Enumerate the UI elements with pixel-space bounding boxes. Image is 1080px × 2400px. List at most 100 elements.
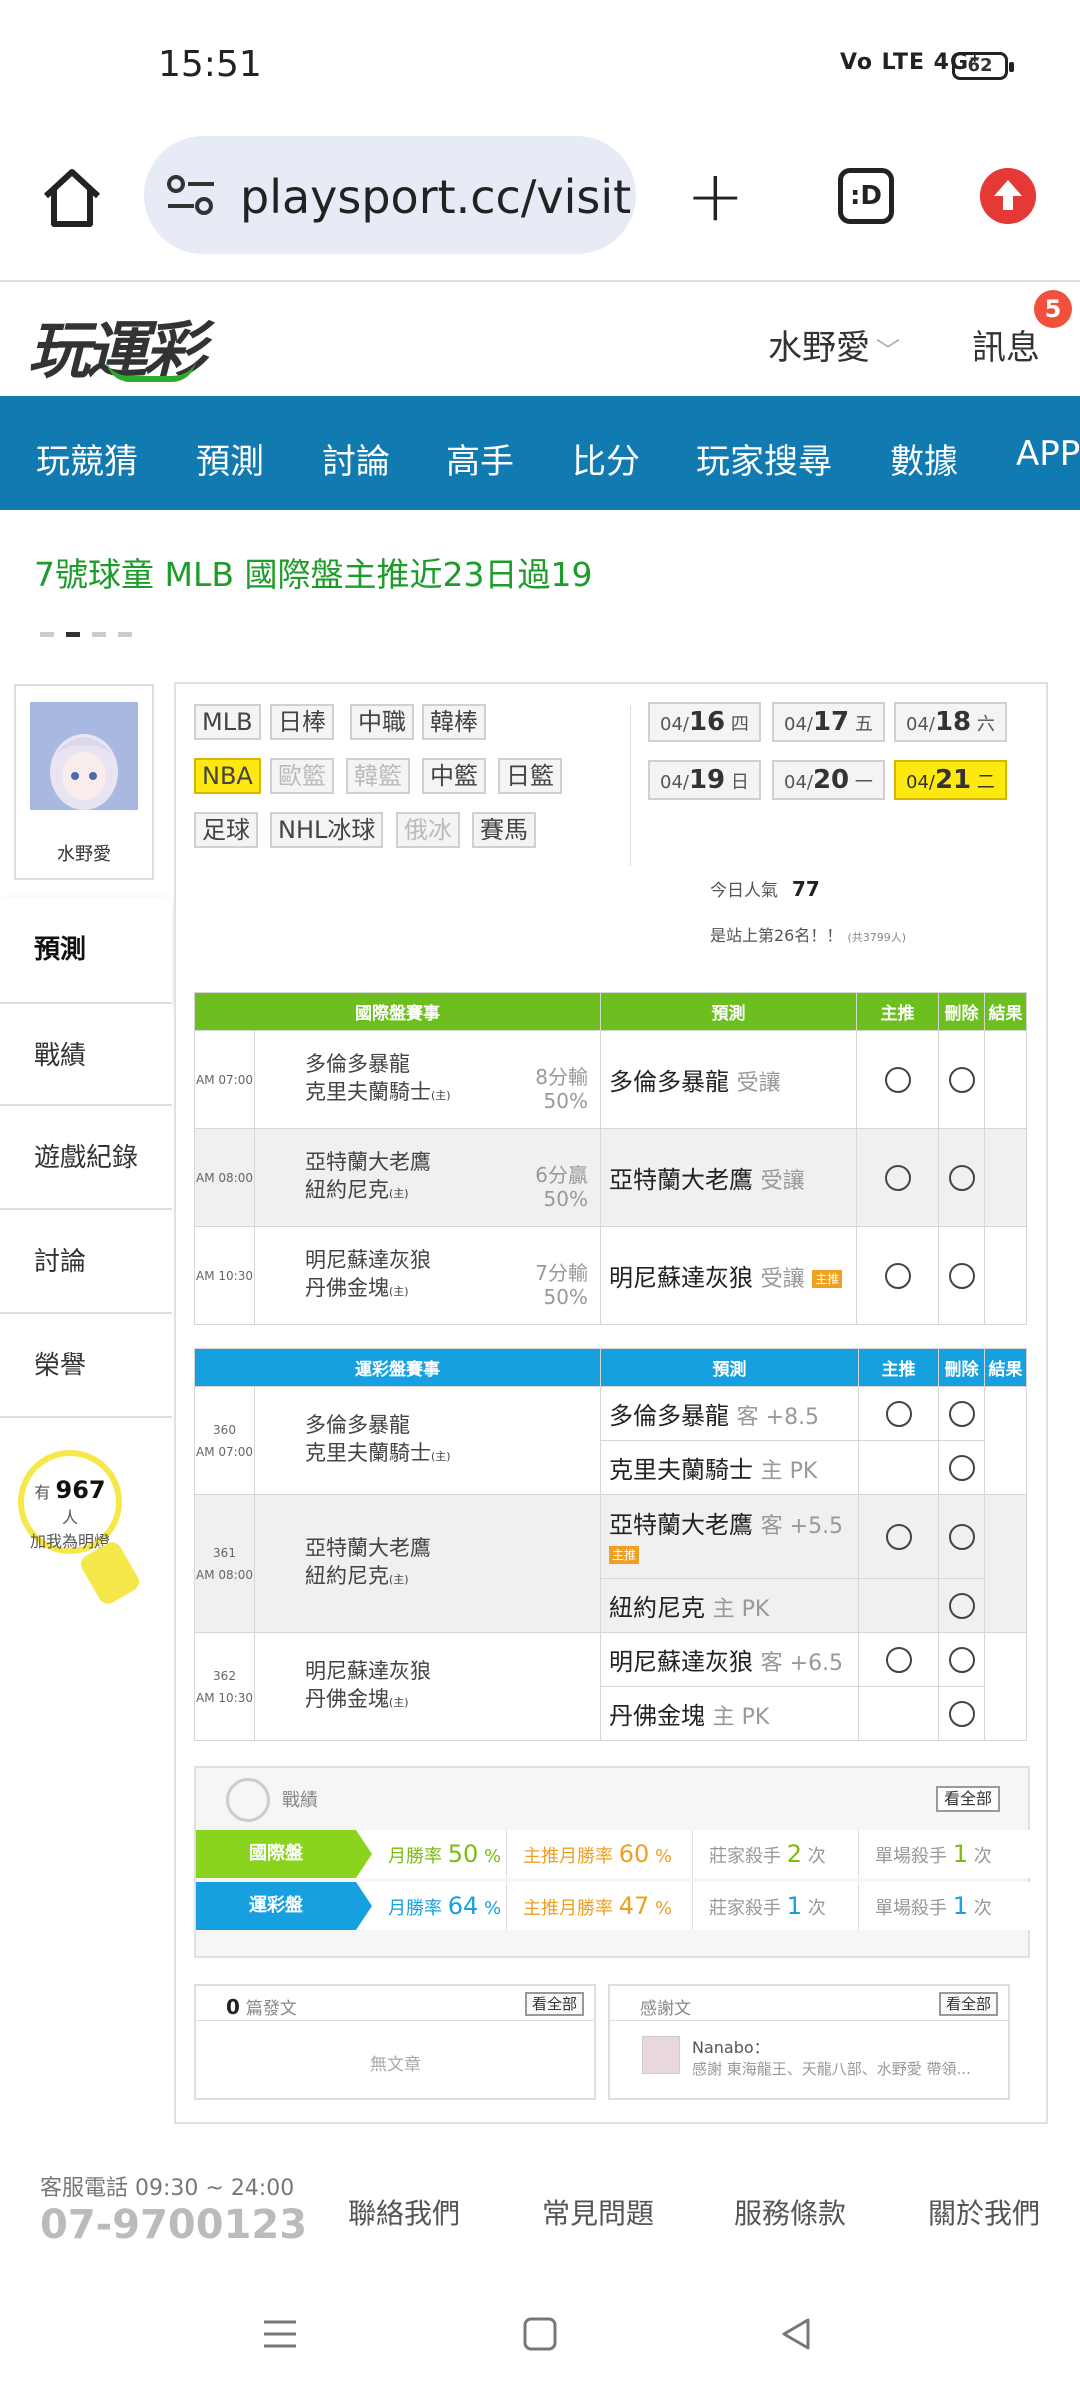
sport-tag[interactable]: 韓棒: [422, 704, 486, 740]
col-header: 主推: [858, 1348, 939, 1387]
sport-tag[interactable]: NHL冰球: [270, 812, 384, 848]
footer-link-contact[interactable]: 聯絡我們: [348, 2192, 460, 2232]
table-row: 362 AM 10:30 明尼蘇達灰狼 丹佛金塊(主) 明尼蘇達灰狼 客 +6.5: [194, 1632, 1027, 1741]
home-square-icon[interactable]: [520, 2314, 560, 2354]
service-phone[interactable]: 07-9700123: [40, 2202, 307, 2248]
main-pick-cell: [858, 1578, 939, 1633]
delete-radio[interactable]: [938, 1386, 985, 1441]
main-pick-radio[interactable]: [858, 1386, 939, 1441]
record-row: 運彩盤 月勝率 64 % 主推月勝率 47 % 莊家殺手 1 次 單場殺手 1 …: [196, 1882, 1032, 1930]
sidebar-item-game-log[interactable]: 遊戲紀錄: [0, 1106, 172, 1210]
sidebar-item-honor[interactable]: 榮譽: [0, 1314, 172, 1418]
messages-link[interactable]: 訊息: [972, 320, 1040, 369]
main-win-rate: 主推月勝率 47 %: [506, 1882, 692, 1930]
avatar-card[interactable]: 水野愛: [14, 684, 154, 880]
home-icon[interactable]: [36, 162, 108, 234]
main-pick-radio[interactable]: [858, 1632, 939, 1687]
pick: 紐約尼克 主 PK: [600, 1578, 859, 1633]
sport-tag[interactable]: 足球: [194, 812, 258, 848]
popularity-label: 今日人氣: [710, 881, 778, 901]
game-time: AM 08:00: [194, 1128, 255, 1227]
sidebar-item-record[interactable]: 戰績: [0, 1002, 172, 1106]
footer-link-terms[interactable]: 服務條款: [734, 2192, 846, 2232]
site-logo[interactable]: 玩運彩: [28, 300, 206, 390]
date-tab[interactable]: 04/20 一: [772, 760, 885, 800]
site-settings-icon[interactable]: [166, 174, 216, 216]
nav-item-scores[interactable]: 比分: [572, 434, 640, 483]
delete-radio[interactable]: [938, 1226, 985, 1325]
sidebar: 水野愛 預測 戰績 遊戲紀錄 討論 榮譽 有 967 人 加我為明燈: [0, 680, 172, 1980]
url-bar[interactable]: playsport.cc/visit: [144, 136, 636, 254]
game-time: AM 07:00: [194, 1030, 255, 1129]
update-icon[interactable]: [980, 168, 1036, 224]
col-header: 刪除: [938, 992, 985, 1031]
table-row: AM 10:30 明尼蘇達灰狼 丹佛金塊(主) 7分輸 50% 明尼蘇達灰狼 受讓 主…: [194, 1226, 1027, 1325]
main-pick-radio[interactable]: [858, 1494, 939, 1579]
nav-item-discuss[interactable]: 討論: [322, 434, 390, 483]
delete-radio[interactable]: [938, 1440, 985, 1495]
sport-tag-selected[interactable]: NBA: [194, 758, 261, 794]
view-all-button[interactable]: 看全部: [935, 1786, 1000, 1812]
nav-item-app[interactable]: APP: [1016, 434, 1080, 474]
sidebar-item-predict[interactable]: 預測: [0, 898, 172, 1002]
footer-link-faq[interactable]: 常見問題: [542, 2192, 654, 2232]
col-header: 國際盤賽事: [194, 992, 601, 1031]
sport-tag[interactable]: 中籃: [422, 758, 486, 794]
thanks-user: Nanabo：: [692, 2038, 770, 2057]
divider: [610, 2020, 1008, 2021]
popularity: 今日人氣 77: [710, 876, 820, 901]
delete-radio[interactable]: [938, 1578, 985, 1633]
result-cell: [984, 1128, 1027, 1227]
posts-header: 0 篇發文: [226, 1995, 297, 2019]
menu-icon[interactable]: [260, 2314, 300, 2354]
thanks-box: 感謝文 看全部 Nanabo： 感謝 東海龍王、天龍八部、水野愛 帶領...: [608, 1984, 1010, 2100]
game-teams: 明尼蘇達灰狼 丹佛金塊(主): [254, 1632, 601, 1741]
url-text: playsport.cc/visit: [240, 170, 632, 224]
nav-item-player-search[interactable]: 玩家搜尋: [696, 434, 832, 483]
sport-tag[interactable]: 中職: [350, 704, 414, 740]
delete-radio[interactable]: [938, 1128, 985, 1227]
nav-item-data[interactable]: 數據: [890, 434, 958, 483]
main-pick-radio[interactable]: [856, 1128, 939, 1227]
date-tab[interactable]: 04/17 五: [772, 702, 885, 742]
record-box: 戰績 看全部 國際盤 月勝率 50 % 主推月勝率 60 % 莊家殺手 2 次 …: [194, 1766, 1032, 1958]
game-teams: 亞特蘭大老鷹 紐約尼克(主): [254, 1494, 601, 1633]
sport-tag[interactable]: 日棒: [270, 704, 334, 740]
tab-switcher-button[interactable]: :D: [838, 168, 894, 224]
system-nav-bar: [0, 2290, 1080, 2400]
pick: 多倫多暴龍 客 +8.5: [600, 1386, 859, 1441]
delete-radio[interactable]: [938, 1632, 985, 1687]
sport-tag[interactable]: 賽馬: [472, 812, 536, 848]
user-menu[interactable]: 水野愛 ﹀: [768, 320, 900, 369]
date-tab[interactable]: 04/16 四: [648, 702, 761, 742]
sport-tag[interactable]: MLB: [194, 704, 261, 740]
table-row: 360 AM 07:00 多倫多暴龍 克里夫蘭騎士(主) 多倫多暴龍 客 +8.5: [194, 1386, 1027, 1495]
pick: 丹佛金塊 主 PK: [600, 1686, 859, 1741]
posts-view-all-button[interactable]: 看全部: [524, 1992, 584, 2016]
footer-link-about[interactable]: 關於我們: [928, 2192, 1040, 2232]
sport-tag-disabled: 俄冰: [396, 812, 460, 848]
main-pick-radio[interactable]: [856, 1226, 939, 1325]
status-bar: 15:51 Vo LTE 4G⁺ 62: [0, 0, 1080, 120]
game-teams: 明尼蘇達灰狼 丹佛金塊(主) 7分輸 50%: [254, 1226, 601, 1325]
nav-item-experts[interactable]: 高手: [446, 434, 514, 483]
delete-radio[interactable]: [938, 1030, 985, 1129]
date-tab[interactable]: 04/18 六: [894, 702, 1007, 742]
nav-item-predict[interactable]: 預測: [196, 434, 264, 483]
promo-banner-text[interactable]: 7號球童 MLB 國際盤主推近23日過19: [34, 548, 592, 596]
thanks-text: 感謝 東海龍王、天龍八部、水野愛 帶領...: [692, 2060, 971, 2078]
thanks-view-all-button[interactable]: 看全部: [938, 1992, 998, 2016]
delete-radio[interactable]: [938, 1494, 985, 1579]
sidebar-item-discuss[interactable]: 討論: [0, 1210, 172, 1314]
new-tab-icon[interactable]: +: [686, 161, 745, 231]
back-icon[interactable]: [776, 2314, 816, 2354]
follow-lightbulb[interactable]: 有 967 人 加我為明燈: [18, 1450, 143, 1608]
date-tab-selected[interactable]: 04/21 二: [894, 760, 1007, 800]
date-tab[interactable]: 04/19 日: [648, 760, 761, 800]
main-pick-radio[interactable]: [856, 1030, 939, 1129]
popularity-value: 77: [792, 877, 820, 901]
delete-radio[interactable]: [938, 1686, 985, 1741]
nav-item-guess[interactable]: 玩競猜: [36, 434, 138, 483]
result-cell: [984, 1632, 1027, 1741]
sport-tag[interactable]: 日籃: [498, 758, 562, 794]
